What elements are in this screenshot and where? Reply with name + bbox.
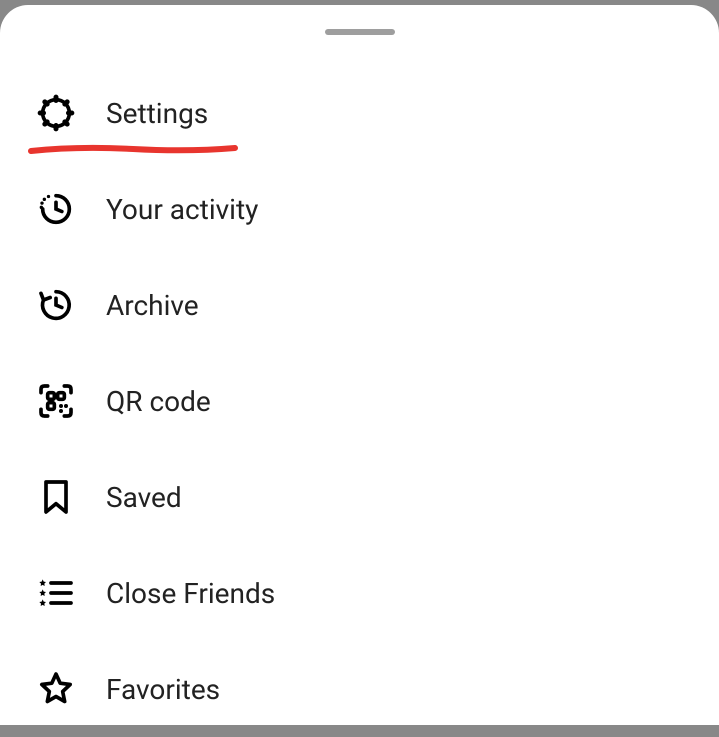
annotation-underline xyxy=(28,141,238,157)
menu-list: Settings Your activity xyxy=(0,65,719,737)
menu-item-saved[interactable]: Saved xyxy=(0,449,719,545)
menu-item-close-friends[interactable]: Close Friends xyxy=(0,545,719,641)
menu-item-settings[interactable]: Settings xyxy=(0,65,719,161)
menu-item-label: Archive xyxy=(106,289,199,322)
star-icon xyxy=(34,667,78,711)
drag-handle[interactable] xyxy=(325,29,395,35)
menu-item-label: Your activity xyxy=(106,193,258,226)
menu-item-favorites[interactable]: Favorites xyxy=(0,641,719,737)
menu-item-label: Close Friends xyxy=(106,577,275,610)
qr-code-icon xyxy=(34,379,78,423)
menu-item-label: QR code xyxy=(106,385,211,418)
gear-icon xyxy=(34,91,78,135)
menu-item-label: Saved xyxy=(106,481,182,514)
menu-item-your-activity[interactable]: Your activity xyxy=(0,161,719,257)
menu-item-label: Settings xyxy=(106,97,208,130)
menu-item-qr-code[interactable]: QR code xyxy=(0,353,719,449)
list-star-icon xyxy=(34,571,78,615)
bottom-sheet: Settings Your activity xyxy=(0,5,719,725)
activity-icon xyxy=(34,187,78,231)
archive-icon xyxy=(34,283,78,327)
menu-item-archive[interactable]: Archive xyxy=(0,257,719,353)
menu-item-label: Favorites xyxy=(106,673,220,706)
bookmark-icon xyxy=(34,475,78,519)
